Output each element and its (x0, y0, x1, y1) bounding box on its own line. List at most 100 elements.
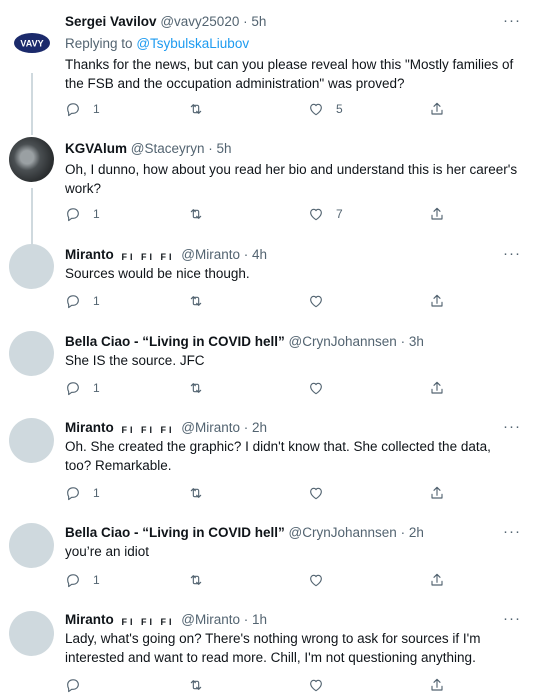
heart-icon (310, 295, 322, 308)
reply-count: 1 (93, 207, 100, 221)
avatar[interactable]: VAVY (9, 20, 54, 65)
share-button[interactable] (429, 380, 445, 396)
display-name[interactable]: Sergei Vavilov (65, 14, 157, 29)
reply-button[interactable]: 1 (65, 101, 100, 117)
reply-button[interactable]: 1 (65, 572, 100, 588)
reply-button[interactable]: 1 (65, 485, 100, 501)
like-button[interactable] (308, 677, 336, 693)
retweet-button[interactable] (188, 293, 216, 309)
tweet-text: you’re an idiot (65, 544, 150, 559)
reply-button[interactable]: 1 (65, 380, 100, 396)
handle[interactable]: @CrynJohannsen (289, 525, 397, 540)
reply-icon (67, 487, 79, 501)
display-name[interactable]: Miranto (65, 420, 114, 435)
avatar[interactable] (9, 331, 54, 376)
retweet-button[interactable] (188, 572, 216, 588)
tweet-text: Sources would be nice though. (65, 266, 250, 281)
mention-link[interactable]: @TsybulskaLiubov (136, 36, 249, 51)
ellipsis-icon[interactable]: ··· (503, 13, 521, 29)
tweet[interactable]: Miranto FI FI FI @Miranto · 2h ··· Oh. S… (0, 418, 533, 509)
like-button[interactable] (308, 485, 336, 501)
ellipsis-icon[interactable]: ··· (503, 419, 521, 435)
heart-icon (310, 679, 322, 692)
display-name[interactable]: KGVAlum (65, 141, 127, 156)
retweet-button[interactable] (188, 101, 216, 117)
reply-button[interactable] (65, 677, 93, 693)
like-button[interactable]: 7 (308, 206, 343, 222)
like-button[interactable] (308, 293, 336, 309)
reply-button[interactable]: 1 (65, 293, 100, 309)
heart-icon (310, 208, 322, 221)
timestamp[interactable]: 2h (409, 525, 424, 540)
retweet-button[interactable] (188, 485, 216, 501)
handle[interactable]: @Miranto (181, 420, 240, 435)
display-name[interactable]: Bella Ciao - “Living in COVID hell” (65, 334, 285, 349)
display-name[interactable]: Miranto (65, 612, 114, 627)
timestamp[interactable]: 2h (252, 420, 267, 435)
timestamp[interactable]: 3h (409, 334, 424, 349)
like-count: 5 (336, 102, 343, 116)
share-icon (431, 678, 443, 691)
like-count: 7 (336, 207, 343, 221)
tweet[interactable]: KGVAlum @Staceyryn · 5h Oh, I dunno, how… (0, 123, 533, 248)
like-button[interactable]: 5 (308, 101, 343, 117)
tweet[interactable]: Bella Ciao - “Living in COVID hell” @Cry… (0, 331, 533, 403)
tweet-header: Bella Ciao - “Living in COVID hell” @Cry… (65, 524, 493, 542)
action-bar: 1 (65, 485, 465, 503)
timestamp[interactable]: 5h (217, 141, 232, 156)
avatar[interactable] (9, 611, 54, 656)
ellipsis-icon[interactable]: ··· (503, 611, 521, 627)
tweet[interactable]: Miranto FI FI FI @Miranto · 1h ··· Lady,… (0, 611, 533, 699)
retweet-button[interactable] (188, 206, 216, 222)
handle[interactable]: @Staceyryn (131, 141, 205, 156)
action-bar (65, 677, 465, 695)
tweet[interactable]: Bella Ciao - “Living in COVID hell” @Cry… (0, 523, 533, 594)
tweet[interactable]: Miranto FI FI FI @Miranto · 4h ··· Sourc… (0, 244, 533, 316)
timestamp[interactable]: 4h (252, 247, 267, 262)
heart-icon (310, 574, 322, 587)
handle[interactable]: @CrynJohannsen (289, 334, 397, 349)
avatar[interactable] (9, 523, 54, 568)
avatar[interactable] (9, 244, 54, 289)
retweet-icon (190, 680, 202, 690)
retweet-icon (190, 488, 202, 498)
share-icon (431, 573, 443, 586)
share-button[interactable] (429, 206, 445, 222)
retweet-button[interactable] (188, 380, 216, 396)
avatar[interactable] (9, 137, 54, 182)
like-button[interactable] (308, 572, 336, 588)
retweet-icon (190, 575, 202, 585)
display-name[interactable]: Bella Ciao - “Living in COVID hell” (65, 525, 285, 540)
retweet-icon (190, 104, 202, 114)
tweet-text: Thanks for the news, but can you please … (65, 57, 514, 91)
retweet-icon (190, 383, 202, 393)
retweet-button[interactable] (188, 677, 216, 693)
timestamp[interactable]: 5h (251, 14, 266, 29)
retweet-icon (190, 296, 202, 306)
share-button[interactable] (429, 572, 445, 588)
share-button[interactable] (429, 677, 445, 693)
avatar[interactable] (9, 418, 54, 463)
like-button[interactable] (308, 380, 336, 396)
share-icon (431, 381, 443, 394)
display-name[interactable]: Miranto (65, 247, 114, 262)
ellipsis-icon[interactable]: ··· (503, 246, 521, 262)
share-button[interactable] (429, 101, 445, 117)
reply-icon (67, 679, 79, 693)
tweet-text: Oh, I dunno, how about you read her bio … (65, 162, 518, 196)
share-button[interactable] (429, 293, 445, 309)
share-icon (431, 294, 443, 307)
handle[interactable]: @Miranto (181, 247, 240, 262)
handle[interactable]: @vavy25020 (160, 14, 239, 29)
timestamp[interactable]: 1h (252, 612, 267, 627)
tweet[interactable]: VAVY Sergei Vavilov @vavy25020 · 5h ··· … (0, 13, 533, 133)
ellipsis-icon[interactable]: ··· (503, 524, 521, 540)
separator: · (243, 612, 249, 627)
action-bar: 1 5 (65, 101, 465, 119)
share-button[interactable] (429, 485, 445, 501)
tweet-header: KGVAlum @Staceyryn · 5h (65, 140, 493, 158)
separator: · (400, 525, 406, 540)
reply-button[interactable]: 1 (65, 206, 100, 222)
handle[interactable]: @Miranto (181, 612, 240, 627)
tweet-header: Miranto FI FI FI @Miranto · 2h (65, 419, 493, 439)
